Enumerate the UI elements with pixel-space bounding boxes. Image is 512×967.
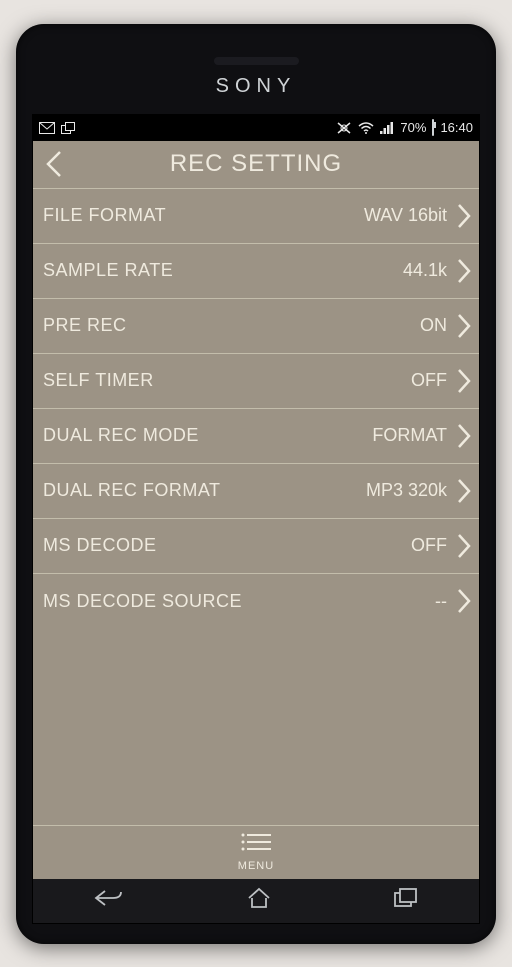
setting-row[interactable]: DUAL REC FORMAT MP3 320k: [33, 464, 479, 519]
cell-signal-icon: [380, 122, 394, 134]
battery-icon: [432, 120, 434, 135]
setting-right: WAV 16bit: [364, 202, 473, 230]
clock: 16:40: [440, 120, 473, 135]
battery-percent: 70%: [400, 120, 426, 135]
menu-button[interactable]: MENU: [238, 833, 274, 872]
phone-top: SONY: [32, 42, 480, 114]
overlap-windows-icon: [61, 122, 75, 134]
setting-label: MS DECODE SOURCE: [43, 591, 242, 612]
setting-row[interactable]: MS DECODE OFF: [33, 519, 479, 574]
setting-label: SAMPLE RATE: [43, 260, 173, 281]
chevron-right-icon: [455, 202, 473, 230]
settings-list: FILE FORMAT WAV 16bit SAMPLE RATE 44.1k PRE …: [33, 189, 479, 825]
setting-value: WAV 16bit: [364, 205, 447, 226]
setting-label: SELF TIMER: [43, 370, 154, 391]
chevron-right-icon: [455, 367, 473, 395]
setting-label: PRE REC: [43, 315, 127, 336]
setting-row[interactable]: DUAL REC MODE FORMAT: [33, 409, 479, 464]
chevron-right-icon: [455, 477, 473, 505]
back-button[interactable]: [43, 149, 65, 179]
setting-right: MP3 320k: [366, 477, 473, 505]
app-footer: MENU: [33, 825, 479, 879]
status-bar: 70% 16:40: [33, 115, 479, 141]
setting-label: MS DECODE: [43, 535, 157, 556]
setting-value: --: [435, 591, 447, 612]
setting-value: 44.1k: [403, 260, 447, 281]
setting-value: MP3 320k: [366, 480, 447, 501]
chevron-right-icon: [455, 257, 473, 285]
menu-label: MENU: [238, 860, 274, 872]
mail-icon: [39, 122, 55, 134]
app-rec-setting: REC SETTING FILE FORMAT WAV 16bit SAMPLE R…: [33, 141, 479, 879]
setting-right: 44.1k: [403, 257, 473, 285]
brand-label: SONY: [216, 75, 297, 98]
setting-row[interactable]: FILE FORMAT WAV 16bit: [33, 189, 479, 244]
phone-body: SONY 70% 16:40: [16, 24, 496, 944]
setting-label: FILE FORMAT: [43, 205, 166, 226]
menu-icon: [241, 833, 271, 856]
page-title: REC SETTING: [170, 150, 342, 178]
setting-right: OFF: [411, 367, 473, 395]
screen: 70% 16:40 REC SETTING FILE FORMAT WAV 16b…: [32, 114, 480, 924]
vibrate-icon: [336, 121, 352, 135]
setting-value: ON: [420, 315, 447, 336]
setting-row[interactable]: MS DECODE SOURCE --: [33, 574, 479, 629]
setting-label: DUAL REC MODE: [43, 425, 199, 446]
android-navbar: [33, 879, 479, 923]
nav-home-button[interactable]: [246, 887, 272, 914]
chevron-right-icon: [455, 312, 473, 340]
wifi-icon: [358, 122, 374, 134]
setting-right: OFF: [411, 532, 473, 560]
setting-row[interactable]: SAMPLE RATE 44.1k: [33, 244, 479, 299]
setting-label: DUAL REC FORMAT: [43, 480, 221, 501]
setting-right: ON: [420, 312, 473, 340]
nav-recent-button[interactable]: [393, 888, 419, 913]
setting-row[interactable]: SELF TIMER OFF: [33, 354, 479, 409]
setting-row[interactable]: PRE REC ON: [33, 299, 479, 354]
chevron-right-icon: [455, 532, 473, 560]
chevron-right-icon: [455, 422, 473, 450]
setting-value: OFF: [411, 535, 447, 556]
app-header: REC SETTING: [33, 141, 479, 189]
chevron-right-icon: [455, 587, 473, 615]
setting-value: OFF: [411, 370, 447, 391]
setting-right: --: [435, 587, 473, 615]
nav-back-button[interactable]: [93, 888, 125, 913]
setting-value: FORMAT: [372, 425, 447, 446]
setting-right: FORMAT: [372, 422, 473, 450]
earpiece: [214, 57, 299, 65]
